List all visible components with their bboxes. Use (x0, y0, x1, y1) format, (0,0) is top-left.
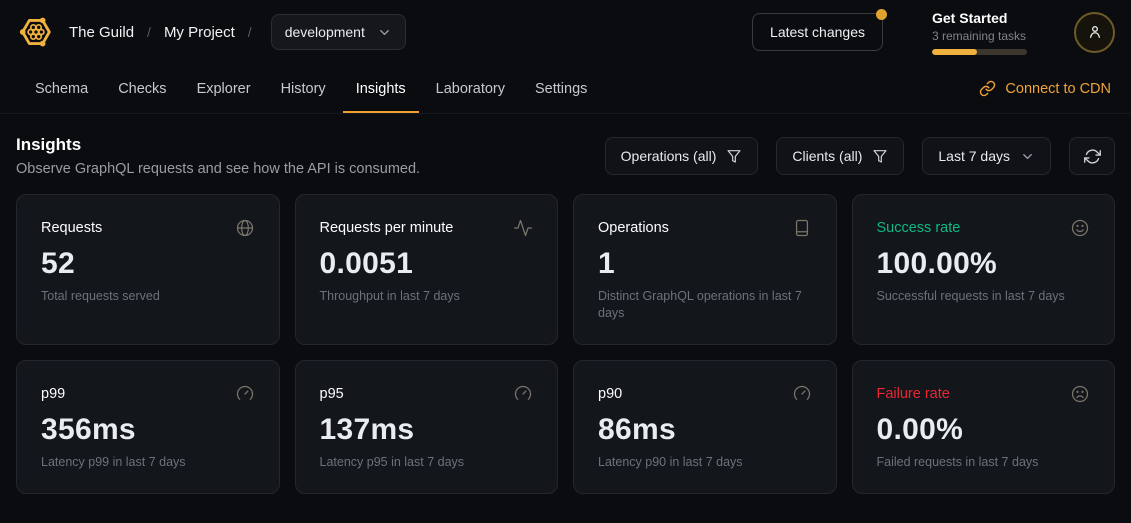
period-selector-label: Last 7 days (938, 148, 1010, 164)
card-value: 137ms (320, 413, 534, 447)
connect-to-cdn-label: Connect to CDN (1005, 81, 1111, 97)
connect-to-cdn-link[interactable]: Connect to CDN (979, 64, 1111, 113)
tab-checks[interactable]: Checks (105, 64, 179, 113)
card-title: Success rate (877, 220, 961, 236)
user-icon (1086, 23, 1104, 41)
card-value: 356ms (41, 413, 255, 447)
clients-filter-button[interactable]: Clients (all) (776, 137, 904, 175)
stats-grid: Requests 52 Total requests served Reques… (16, 194, 1115, 494)
user-avatar[interactable] (1074, 12, 1115, 53)
top-header: The Guild / My Project / development Lat… (0, 0, 1131, 64)
smile-icon (1070, 218, 1090, 238)
get-started-subtitle: 3 remaining tasks (932, 29, 1027, 43)
card-description: Total requests served (41, 288, 255, 305)
card-title: Operations (598, 220, 669, 236)
chevron-down-icon (1020, 149, 1035, 164)
clients-filter-label: Clients (all) (792, 148, 862, 164)
card-title: Failure rate (877, 386, 950, 402)
stat-card-p90: p90 86ms Latency p90 in last 7 days (573, 360, 837, 494)
card-description: Throughput in last 7 days (320, 288, 534, 305)
breadcrumb-separator: / (248, 24, 252, 40)
card-title: Requests per minute (320, 220, 454, 236)
globe-icon (235, 218, 255, 238)
tab-laboratory[interactable]: Laboratory (423, 64, 518, 113)
operations-filter-label: Operations (all) (621, 148, 717, 164)
stat-card-requests: Requests 52 Total requests served (16, 194, 280, 345)
filters-toolbar: Operations (all) Clients (all) Last 7 da… (605, 137, 1115, 175)
breadcrumb-separator: / (147, 24, 151, 40)
breadcrumb-org[interactable]: The Guild (69, 24, 134, 41)
refresh-button[interactable] (1069, 137, 1115, 175)
card-description: Successful requests in last 7 days (877, 288, 1091, 305)
card-value: 1 (598, 247, 812, 281)
filter-icon (872, 148, 888, 164)
filter-icon (726, 148, 742, 164)
tab-settings[interactable]: Settings (522, 64, 600, 113)
tab-history[interactable]: History (268, 64, 339, 113)
insights-heading-block: Insights Observe GraphQL requests and se… (16, 135, 420, 177)
card-description: Failed requests in last 7 days (877, 454, 1091, 471)
card-value: 0.0051 (320, 247, 534, 281)
card-value: 86ms (598, 413, 812, 447)
breadcrumb-project[interactable]: My Project (164, 24, 235, 41)
refresh-icon (1084, 148, 1101, 165)
header-right: Latest changes Get Started 3 remaining t… (752, 10, 1115, 55)
card-description: Latency p99 in last 7 days (41, 454, 255, 471)
target-selector-value: development (285, 24, 365, 40)
stat-card-failure-rate: Failure rate 0.00% Failed requests in la… (852, 360, 1116, 494)
frown-icon (1070, 384, 1090, 404)
project-nav: Schema Checks Explorer History Insights … (0, 64, 1131, 114)
card-title: p95 (320, 386, 344, 402)
insights-section-header: Insights Observe GraphQL requests and se… (0, 114, 1131, 194)
get-started-widget[interactable]: Get Started 3 remaining tasks (932, 10, 1027, 55)
tab-schema[interactable]: Schema (22, 64, 101, 113)
stat-card-rpm: Requests per minute 0.0051 Throughput in… (295, 194, 559, 345)
book-icon (792, 218, 812, 238)
card-title: Requests (41, 220, 102, 236)
period-selector-button[interactable]: Last 7 days (922, 137, 1051, 175)
stat-card-p95: p95 137ms Latency p95 in last 7 days (295, 360, 559, 494)
get-started-progress-fill (932, 49, 977, 55)
card-title: p99 (41, 386, 65, 402)
stat-card-operations: Operations 1 Distinct GraphQL operations… (573, 194, 837, 345)
notification-dot (876, 9, 887, 20)
get-started-progressbar (932, 49, 1027, 55)
card-value: 52 (41, 247, 255, 281)
tab-explorer[interactable]: Explorer (184, 64, 264, 113)
card-description: Distinct GraphQL operations in last 7 da… (598, 288, 812, 322)
page-title: Insights (16, 135, 420, 155)
card-description: Latency p90 in last 7 days (598, 454, 812, 471)
gauge-icon (513, 384, 533, 404)
card-description: Latency p95 in last 7 days (320, 454, 534, 471)
card-title: p90 (598, 386, 622, 402)
operations-filter-button[interactable]: Operations (all) (605, 137, 759, 175)
gauge-icon (792, 384, 812, 404)
chevron-down-icon (377, 25, 392, 40)
card-value: 0.00% (877, 413, 1091, 447)
activity-icon (513, 218, 533, 238)
stat-card-success-rate: Success rate 100.00% Successful requests… (852, 194, 1116, 345)
target-selector-dropdown[interactable]: development (271, 14, 406, 50)
stat-card-p99: p99 356ms Latency p99 in last 7 days (16, 360, 280, 494)
tab-insights[interactable]: Insights (343, 64, 419, 113)
gauge-icon (235, 384, 255, 404)
latest-changes-button[interactable]: Latest changes (752, 13, 883, 51)
latest-changes-label: Latest changes (770, 24, 865, 40)
hive-logo-icon[interactable] (16, 12, 56, 52)
card-value: 100.00% (877, 247, 1091, 281)
link-icon (979, 80, 996, 97)
get-started-title: Get Started (932, 10, 1027, 26)
page-subtitle: Observe GraphQL requests and see how the… (16, 161, 420, 177)
